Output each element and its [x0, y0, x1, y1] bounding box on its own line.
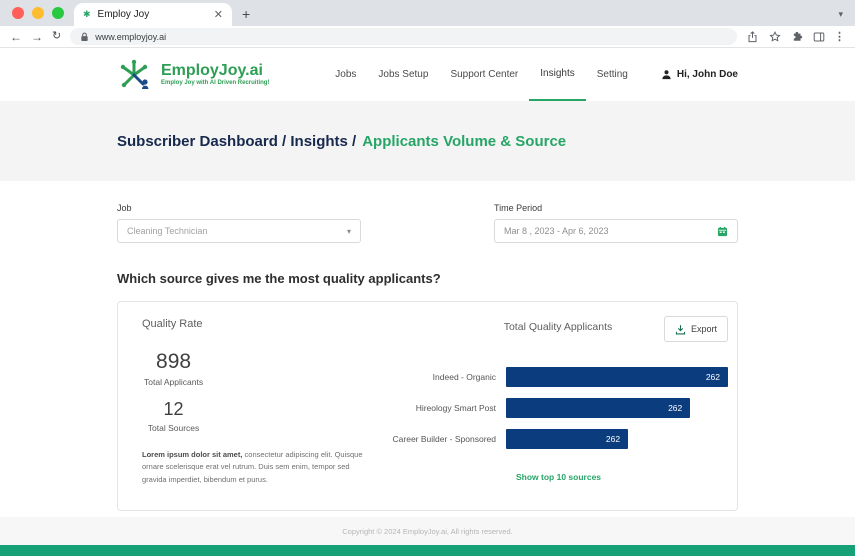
- quality-rate-card: Quality Rate 898 Total Applicants 12 Tot…: [117, 301, 738, 511]
- browser-tabstrip: ✱ Employ Joy ✕ + ▾: [0, 0, 855, 26]
- nav-item-setting[interactable]: Setting: [586, 48, 639, 101]
- minimize-window-button[interactable]: [32, 7, 44, 19]
- lock-icon: [81, 32, 88, 41]
- job-filter-label: Job: [117, 203, 132, 213]
- bar-value-label: 262: [605, 434, 621, 444]
- breadcrumb[interactable]: Subscriber Dashboard / Insights /: [117, 133, 356, 150]
- export-button-label: Export: [690, 324, 717, 334]
- quality-chart-panel: Total Quality Applicants Export Indeed -…: [384, 316, 728, 490]
- bottom-accent-strip: [0, 545, 855, 556]
- forward-button[interactable]: →: [31, 31, 43, 43]
- chart-row: Hireology Smart Post 262: [388, 398, 728, 418]
- calendar-icon: [717, 226, 728, 236]
- tab-search-chevron-icon[interactable]: ▾: [838, 9, 843, 20]
- browser-tab[interactable]: ✱ Employ Joy ✕: [74, 3, 232, 26]
- bar-value-label: 262: [705, 372, 720, 382]
- reload-button[interactable]: ↻: [52, 31, 61, 42]
- bar-track: 262: [506, 367, 728, 387]
- share-icon[interactable]: [746, 30, 759, 43]
- bar-category-label: Indeed - Organic: [432, 372, 496, 382]
- total-sources-label: Total Sources: [147, 423, 200, 433]
- quality-description: Lorem ipsum dolor sit amet, consectetur …: [142, 449, 370, 486]
- tab-title: Employ Joy: [97, 9, 150, 20]
- bar-category-label: Hireology Smart Post: [415, 403, 496, 413]
- export-button[interactable]: Export: [664, 316, 728, 342]
- extensions-puzzle-icon[interactable]: [790, 30, 803, 43]
- download-icon: [675, 324, 686, 334]
- browser-toolbar: ← → ↻ www.employjoy.ai ⋮: [0, 26, 855, 48]
- nav-item-jobs[interactable]: Jobs: [324, 48, 367, 101]
- toolbar-actions: ⋮: [746, 30, 845, 43]
- quality-description-lead: Lorem ipsum dolor sit amet,: [142, 450, 243, 459]
- logo-tagline: Employ Joy with AI Driven Recruiting!: [161, 80, 270, 87]
- total-applicants-label: Total Applicants: [144, 377, 204, 387]
- new-tab-button[interactable]: +: [232, 6, 262, 26]
- nav-item-insights[interactable]: Insights: [529, 48, 586, 101]
- side-panel-icon[interactable]: [812, 30, 825, 43]
- insight-question: Which source gives me the most quality a…: [117, 271, 441, 286]
- chart-row: Career Builder - Sponsored 262: [388, 429, 728, 449]
- user-menu[interactable]: Hi, John Doe: [661, 69, 738, 80]
- logo-starburst-icon: [120, 59, 149, 89]
- main-nav: Jobs Jobs Setup Support Center Insights …: [324, 48, 639, 101]
- nav-item-jobs-setup[interactable]: Jobs Setup: [367, 48, 439, 101]
- user-icon: [662, 70, 671, 80]
- logo[interactable]: EmployJoy.ai Employ Joy with AI Driven R…: [117, 58, 269, 92]
- date-range-input[interactable]: Mar 8 , 2023 - Apr 6, 2023: [494, 219, 738, 243]
- chart-row: Indeed - Organic 262: [388, 367, 728, 387]
- filters-row: Job Cleaning Technician ▾ Time Period Ma…: [117, 203, 738, 243]
- date-range-value: Mar 8 , 2023 - Apr 6, 2023: [504, 226, 609, 236]
- breadcrumb-current: Applicants Volume & Source: [362, 132, 567, 150]
- site-header: EmployJoy.ai Employ Joy with AI Driven R…: [0, 48, 855, 101]
- quality-bar: 262: [506, 429, 629, 449]
- bar-value-label: 262: [668, 403, 683, 413]
- bookmark-star-icon[interactable]: [768, 30, 781, 43]
- job-filter: Job Cleaning Technician ▾: [117, 203, 361, 243]
- url-text: www.employjoy.ai: [95, 31, 167, 42]
- time-period-label: Time Period: [494, 203, 543, 213]
- main-content: Job Cleaning Technician ▾ Time Period Ma…: [0, 181, 855, 511]
- bar-category-label: Career Builder - Sponsored: [392, 434, 496, 444]
- breadcrumb-band: Subscriber Dashboard / Insights / Applic…: [0, 101, 855, 181]
- close-window-button[interactable]: [12, 7, 24, 19]
- chevron-down-icon: ▾: [346, 226, 351, 236]
- bar-track: 262: [506, 398, 728, 418]
- copyright-text: Copyright © 2024 EmployJoy.ai, All right…: [342, 526, 513, 536]
- quality-rate-title: Quality Rate: [142, 318, 203, 330]
- maximize-window-button[interactable]: [52, 7, 64, 19]
- total-sources-value: 12: [163, 399, 184, 419]
- quality-stats: 898 Total Applicants 12 Total Sources: [144, 350, 203, 433]
- window-controls: [0, 7, 74, 26]
- logo-title: EmployJoy.ai: [161, 61, 263, 79]
- favicon: ✱: [83, 9, 91, 19]
- browser-menu-icon[interactable]: ⋮: [834, 30, 845, 43]
- time-period-filter: Time Period Mar 8 , 2023 - Apr 6, 2023: [494, 203, 738, 243]
- nav-item-support-center[interactable]: Support Center: [439, 48, 529, 101]
- total-applicants-value: 898: [156, 350, 192, 373]
- tab-close-icon[interactable]: ✕: [214, 8, 223, 21]
- quality-bar: 262: [506, 398, 691, 418]
- bar-track: 262: [506, 429, 728, 449]
- job-select-value: Cleaning Technician: [127, 226, 208, 236]
- back-button[interactable]: ←: [10, 31, 22, 43]
- user-greeting: Hi, John Doe: [676, 69, 738, 80]
- page-footer: Copyright © 2024 EmployJoy.ai, All right…: [0, 517, 855, 545]
- job-select[interactable]: Cleaning Technician ▾: [117, 219, 361, 243]
- show-top-sources-link[interactable]: Show top 10 sources: [516, 472, 601, 482]
- address-bar[interactable]: www.employjoy.ai: [70, 28, 737, 45]
- quality-bar: 262: [506, 367, 728, 387]
- quality-rate-panel: Quality Rate 898 Total Applicants 12 Tot…: [142, 318, 384, 490]
- quality-bar-chart: Indeed - Organic 262 Hireology Smart Pos…: [388, 367, 728, 449]
